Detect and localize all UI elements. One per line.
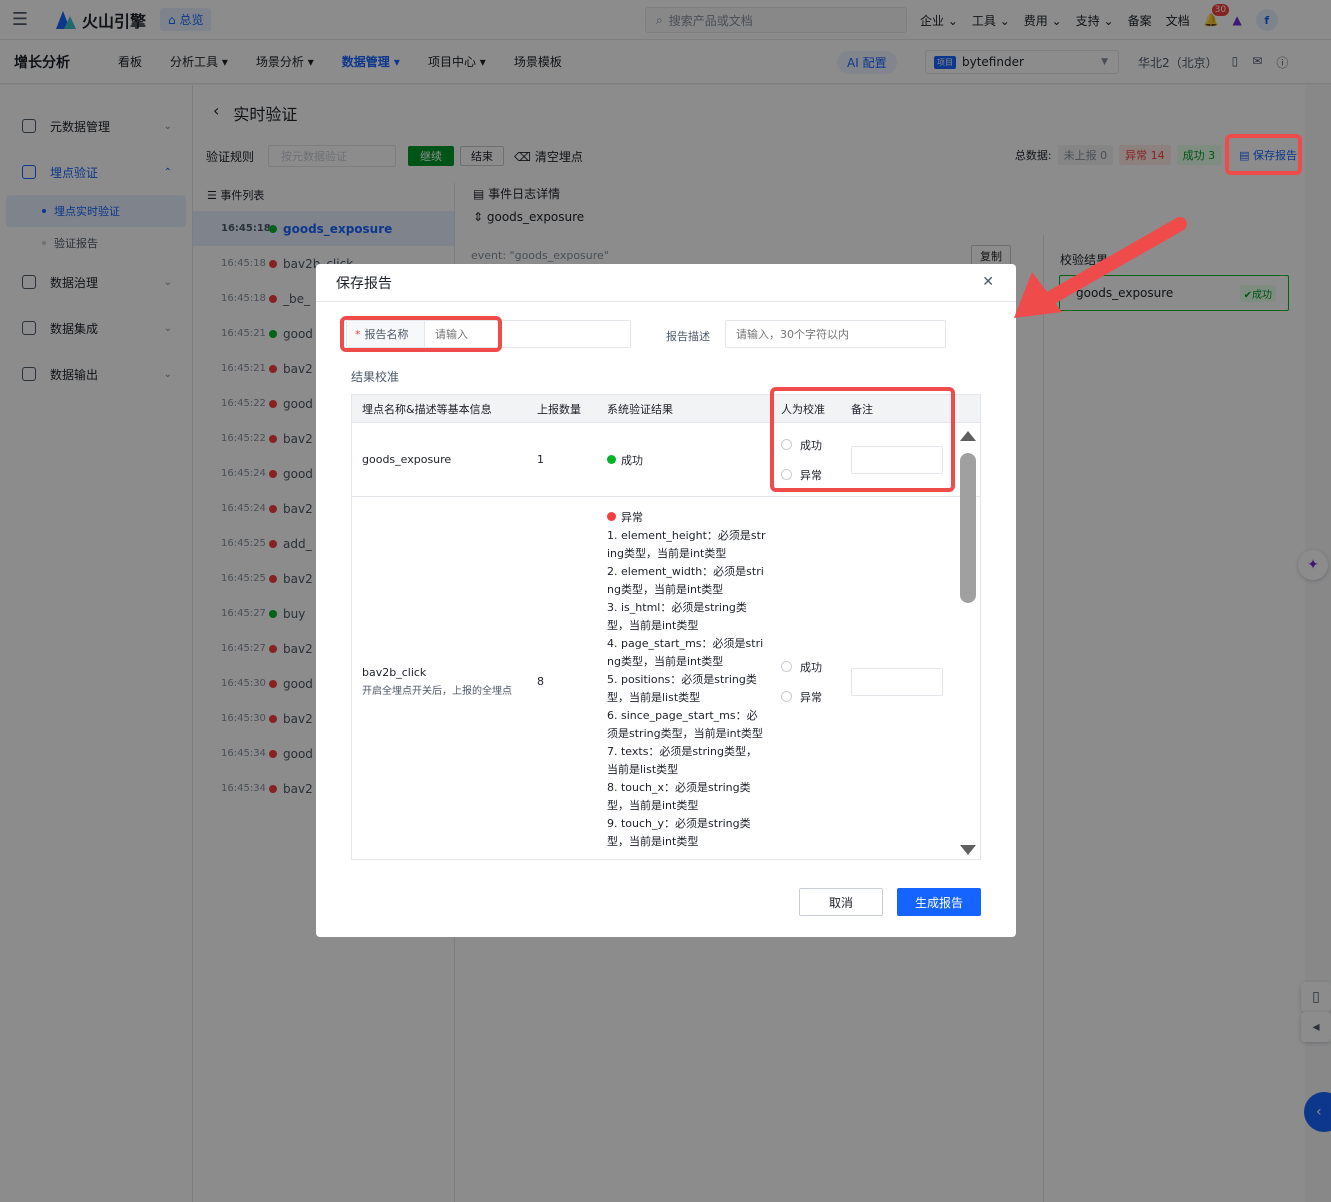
annotation-highlight-save: [1225, 134, 1302, 175]
annotation-arrow-icon: [1014, 217, 1187, 318]
error-detail-line: 5. positions：必须是string类型，当前是list类型: [607, 673, 757, 704]
close-icon[interactable]: ✕: [982, 274, 994, 290]
error-detail-line: 8. touch_x：必须是string类型，当前是int类型: [607, 781, 751, 812]
col-count: 上报数量: [537, 402, 581, 416]
save-report-dialog: 保存报告 ✕ *报告名称 报告描述 结果校准 埋点名称&描述等基本信息 上报数量…: [316, 264, 1016, 937]
radio-success[interactable]: 成功: [781, 659, 822, 675]
scroll-up-icon[interactable]: [960, 431, 976, 441]
error-detail-line: 1. element_height：必须是string类型，当前是int类型: [607, 529, 766, 560]
col-system-result: 系统验证结果: [607, 402, 673, 416]
report-desc-label: 报告描述: [666, 330, 710, 343]
result-cell: 异常 1. element_height：必须是string类型，当前是int类…: [597, 497, 771, 859]
generate-report-button[interactable]: 生成报告: [897, 888, 981, 916]
note-input[interactable]: [851, 667, 943, 696]
cancel-button[interactable]: 取消: [799, 888, 883, 916]
error-detail-line: 6. since_page_start_ms：必须是string类型，当前是in…: [607, 709, 763, 740]
col-name: 埋点名称&描述等基本信息: [362, 402, 492, 416]
scroll-thumb[interactable]: [960, 453, 976, 603]
report-desc-input[interactable]: [725, 320, 946, 348]
error-detail-line: 9. touch_y：必须是string类型，当前是int类型: [607, 817, 751, 848]
scrollbar[interactable]: [960, 431, 976, 855]
radio-abnormal[interactable]: 异常: [781, 689, 822, 705]
error-detail-line: 4. page_start_ms：必须是string类型，当前是int类型: [607, 637, 764, 668]
event-desc: 开启全埋点开关后，上报的全埋点: [362, 686, 512, 697]
success-icon: [607, 455, 616, 464]
error-detail-line: 7. texts：必须是string类型，当前是list类型: [607, 745, 758, 776]
error-detail-line: 3. is_html：必须是string类型，当前是int类型: [607, 601, 747, 632]
event-name: bav2b_click: [362, 666, 427, 679]
table-row: bav2b_click 开启全埋点开关后，上报的全埋点 8 异常 1. elem…: [352, 497, 980, 859]
event-name-cell: goods_exposure: [362, 453, 452, 466]
count-cell: 8: [537, 675, 544, 688]
count-cell: 1: [537, 453, 544, 466]
error-detail-line: 2. element_width：必须是string类型，当前是int类型: [607, 565, 764, 596]
scroll-down-icon[interactable]: [960, 845, 976, 855]
error-icon: [607, 512, 616, 521]
annotation-highlight-name: [340, 316, 502, 352]
section-title: 结果校准: [351, 370, 400, 384]
note-cell: [841, 497, 951, 859]
event-name-cell: bav2b_click 开启全埋点开关后，上报的全埋点: [352, 497, 527, 859]
dialog-title: 保存报告: [316, 264, 1016, 302]
annotation-highlight-calibration: [770, 387, 955, 492]
manual-calibration: 成功 异常: [771, 497, 841, 859]
result-cell: 成功: [597, 423, 771, 496]
